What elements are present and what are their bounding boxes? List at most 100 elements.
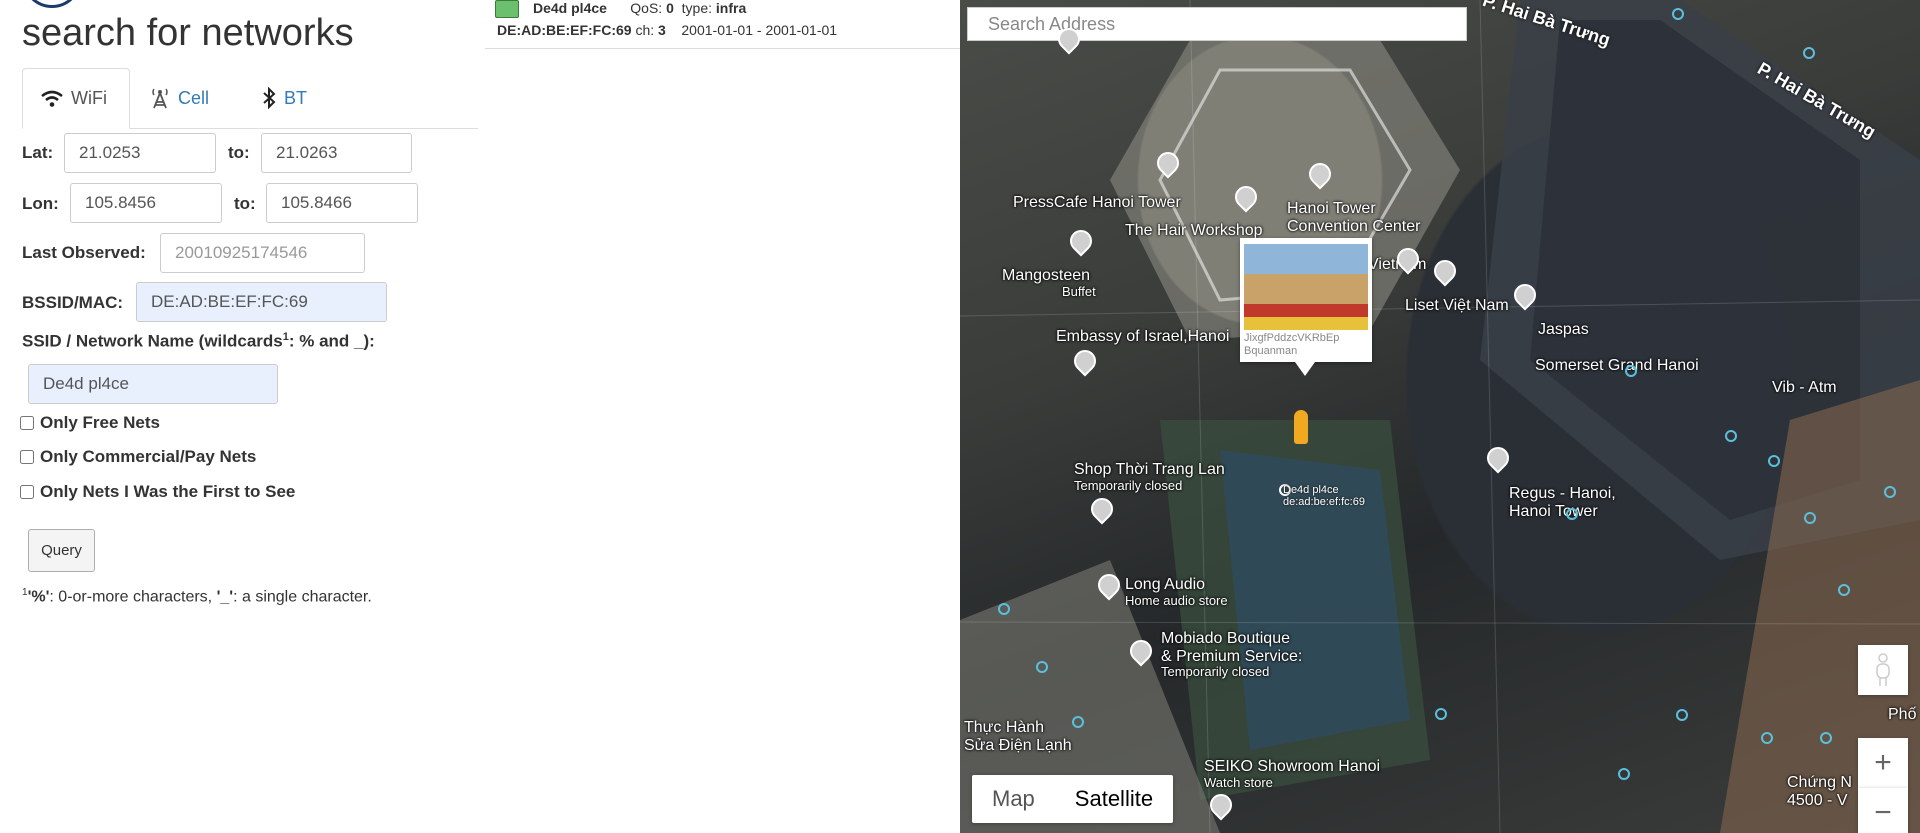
tab-bt[interactable]: BT <box>244 68 334 128</box>
street-view-pegman-control[interactable] <box>1858 645 1908 695</box>
only-first-label: Only Nets I Was the First to See <box>40 482 296 501</box>
ssid-label: SSID / Network Name (wildcards1: % and _… <box>22 331 375 352</box>
result-row-line2[interactable]: DE:AD:BE:EF:FC:69 ch: 3 2001-01-01 - 200… <box>497 22 837 38</box>
street-view-thumbnail[interactable] <box>1244 244 1368 330</box>
wifi-dot-icon[interactable] <box>1761 732 1773 744</box>
poi-name: Long Audio <box>1125 576 1206 593</box>
ssid-label-text: SSID / Network Name (wildcards <box>22 331 283 351</box>
wifi-dot-icon[interactable] <box>1820 732 1832 744</box>
map-type-map[interactable]: Map <box>972 775 1055 823</box>
lon-to-input[interactable] <box>266 183 418 223</box>
only-first-checkbox[interactable] <box>20 485 34 499</box>
poi-presscafe[interactable]: PressCafe Hanoi Tower <box>1013 194 1181 212</box>
ch-value: 3 <box>658 22 666 38</box>
poi-embassy[interactable]: Embassy of Israel,Hanoi <box>1056 328 1229 346</box>
wifi-dot-icon[interactable] <box>1804 512 1816 524</box>
poi-hair-workshop[interactable]: The Hair Workshop <box>1125 222 1263 240</box>
poi-name: Shop Thời Trang Lan <box>1074 461 1225 478</box>
only-commercial-label: Only Commercial/Pay Nets <box>40 447 257 466</box>
lat-from-input[interactable] <box>64 133 216 173</box>
wifi-dot-icon[interactable] <box>1566 508 1578 520</box>
poi-sub: Watch store <box>1204 774 1273 790</box>
result-ssid: De4d pl4ce <box>533 0 607 16</box>
wifi-dot-icon[interactable] <box>1725 430 1737 442</box>
poi-long-audio[interactable]: Long Audio Home audio store <box>1125 576 1228 608</box>
poi-regus[interactable]: Regus - Hanoi, Hanoi Tower <box>1509 485 1616 520</box>
qos-value: 0 <box>666 0 674 16</box>
wifi-dot-icon[interactable] <box>1672 8 1684 20</box>
zoom-in-button[interactable]: + <box>1858 738 1908 788</box>
lat-to-input[interactable] <box>261 133 412 173</box>
query-button[interactable]: Query <box>28 529 95 572</box>
only-free-checkbox[interactable] <box>20 416 34 430</box>
only-commercial-row[interactable]: Only Commercial/Pay Nets <box>20 447 256 467</box>
poi-sub: Temporarily closed <box>1074 477 1183 493</box>
poi-name: Mobiado Boutique & Premium Service: <box>1161 630 1303 665</box>
wifi-dot-icon[interactable] <box>1803 47 1815 59</box>
poi-jaspas[interactable]: Jaspas <box>1538 321 1589 339</box>
wifi-dot-icon[interactable] <box>1036 661 1048 673</box>
street-view-caption: JixgfPddzcVKRbEp Bquanman <box>1244 332 1340 358</box>
pegman-icon[interactable] <box>1294 410 1308 444</box>
bssid-label: BSSID/MAC: <box>22 293 124 312</box>
ch-label: ch: <box>635 22 655 38</box>
tab-cell[interactable]: Cell <box>132 68 242 128</box>
only-free-label: Only Free Nets <box>40 413 160 432</box>
poi-name: SEIKO Showroom Hanoi <box>1204 758 1381 775</box>
tab-wifi[interactable]: WiFi <box>22 68 130 129</box>
poi-mobiado[interactable]: Mobiado Boutique & Premium Service: Tempo… <box>1161 630 1302 679</box>
last-observed-input[interactable] <box>160 233 365 273</box>
ssid-input[interactable] <box>28 364 278 404</box>
search-address-input[interactable] <box>967 7 1467 41</box>
poi-chung-n[interactable]: Chứng N 4500 - V <box>1787 774 1852 809</box>
poi-sub: Home audio store <box>1125 592 1228 608</box>
only-commercial-checkbox[interactable] <box>20 450 34 464</box>
wifi-dot-icon[interactable] <box>1618 768 1630 780</box>
map-type-satellite[interactable]: Satellite <box>1055 775 1173 823</box>
wifi-dot-icon[interactable] <box>1676 709 1688 721</box>
poi-shop-thoi-trang[interactable]: Shop Thời Trang Lan Temporarily closed <box>1074 461 1225 493</box>
poi-seiko[interactable]: SEIKO Showroom Hanoi Watch store <box>1204 758 1380 790</box>
cell-tower-icon <box>150 87 170 109</box>
wifi-dot-icon[interactable] <box>998 603 1010 615</box>
lat-label: Lat: <box>22 143 54 162</box>
footnote-text-b: : a single character. <box>233 588 372 606</box>
tab-label: WiFi <box>71 88 107 108</box>
results-list: De4d pl4ce QoS: 0 type: infra DE:AD:BE:E… <box>485 0 960 49</box>
poi-hanoi-tower[interactable]: Hanoi Tower Convention Center <box>1287 200 1420 235</box>
wifi-dot-icon[interactable] <box>1838 584 1850 596</box>
poi-name: Mangosteen <box>1002 267 1091 284</box>
result-row-line1[interactable]: De4d pl4ce QoS: 0 type: infra <box>533 0 746 16</box>
type-value: infra <box>715 0 747 16</box>
only-free-row[interactable]: Only Free Nets <box>20 413 160 433</box>
lon-label: Lon: <box>22 194 59 213</box>
poi-liset[interactable]: Liset Việt Nam <box>1405 297 1509 315</box>
poi-vib-atm[interactable]: Vib - Atm <box>1772 379 1837 397</box>
poi-mangosteen[interactable]: Mangosteen Buffet <box>1002 267 1096 299</box>
wifi-dot-icon[interactable] <box>1435 708 1447 720</box>
wifi-dot-icon[interactable] <box>1072 716 1084 728</box>
footnote-underscore: '_' <box>216 588 234 606</box>
qos-label: QoS: <box>630 0 663 16</box>
lon-from-input[interactable] <box>70 183 222 223</box>
ssid-label-tail: : % and _): <box>288 331 375 351</box>
poi-thuc-hanh[interactable]: Thực Hành Sửa Điện Lạnh <box>964 719 1072 754</box>
footnote-percent: '%' <box>27 588 50 606</box>
street-view-infowindow[interactable]: JixgfPddzcVKRbEp Bquanman <box>1240 238 1372 376</box>
wifi-dot-icon[interactable] <box>1768 455 1780 467</box>
search-panel: search for networks WiFi Cell BT Lat: to… <box>0 0 485 833</box>
wifi-dot-icon[interactable] <box>1884 486 1896 498</box>
bssid-input[interactable] <box>136 282 387 322</box>
wildcard-footnote: 1'%': 0-or-more characters, '_': a singl… <box>22 587 372 606</box>
poi-pho[interactable]: Phố <box>1888 706 1916 724</box>
lon-to-label: to: <box>234 194 256 213</box>
zoom-out-button[interactable]: − <box>1858 788 1908 833</box>
wifi-icon <box>41 90 63 108</box>
site-logo[interactable] <box>22 0 82 8</box>
only-first-row[interactable]: Only Nets I Was the First to See <box>20 482 295 502</box>
tab-label: BT <box>284 87 308 108</box>
satellite-map[interactable]: P. Hai Bà Trưng P. Hai Bà Trưng PressCaf… <box>960 0 1920 833</box>
page-title: search for networks <box>22 12 354 54</box>
wifi-dot-icon[interactable] <box>1625 365 1637 377</box>
poi-somerset[interactable]: Somerset Grand Hanoi <box>1535 357 1699 375</box>
